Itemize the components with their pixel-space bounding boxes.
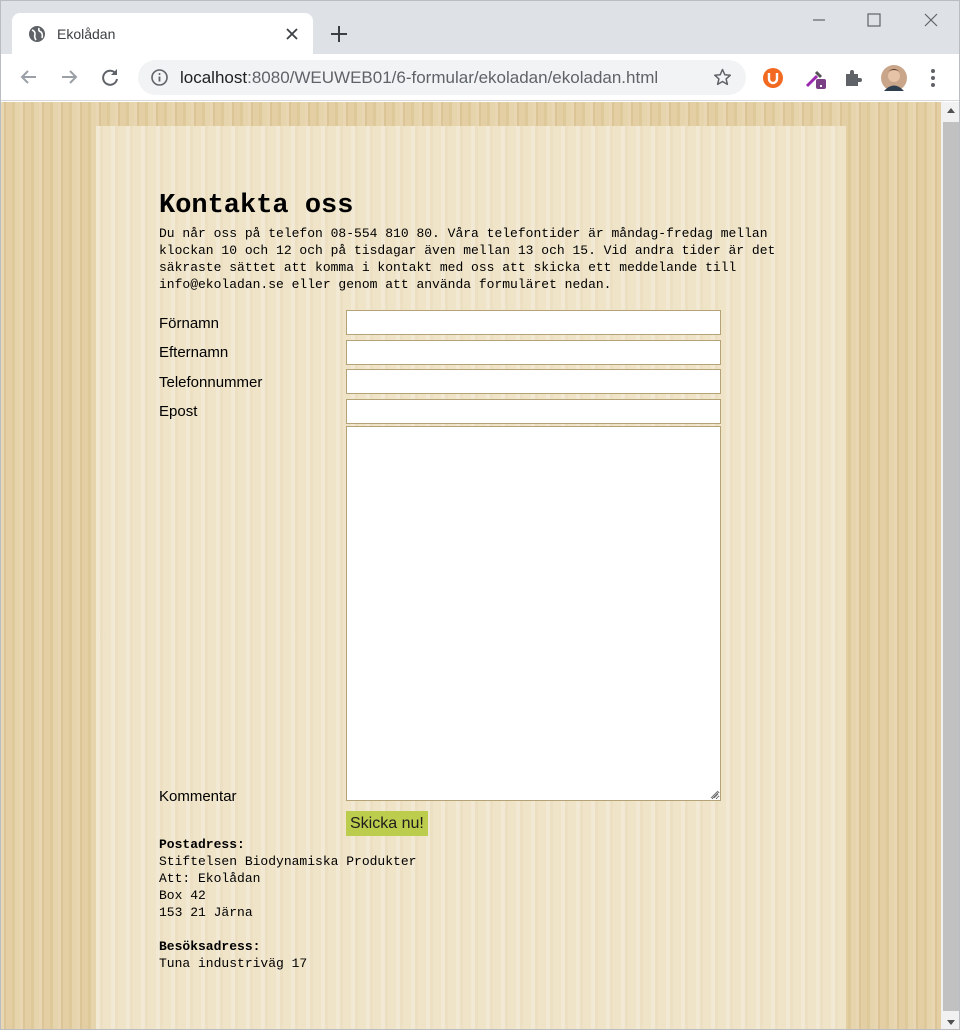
site-info-icon[interactable] — [150, 68, 169, 87]
extension-ublock-icon[interactable] — [761, 66, 785, 90]
page-scrollbar[interactable] — [941, 102, 960, 1030]
tab-title: Ekolådan — [57, 26, 116, 42]
postal-line-4: 153 21 Järna — [159, 905, 253, 920]
visit-heading: Besöksadress: — [159, 939, 261, 954]
maximize-icon[interactable] — [863, 9, 885, 31]
browser-window: Ekolådan localhost:8080/WEUWEB01/6-formu… — [0, 0, 960, 1030]
lastname-input[interactable] — [346, 340, 721, 365]
email-input[interactable] — [346, 399, 721, 424]
scrollbar-thumb[interactable] — [943, 122, 959, 1011]
postal-heading: Postadress: — [159, 837, 245, 852]
bookmark-star-icon[interactable] — [712, 67, 733, 88]
browser-menu-icon[interactable] — [922, 66, 944, 90]
new-tab-icon[interactable] — [328, 23, 350, 45]
intro-text: Du når oss på telefon 08-554 810 80. Vår… — [159, 226, 776, 292]
postal-line-3: Box 42 — [159, 888, 206, 903]
scroll-up-arrow-icon[interactable] — [941, 102, 960, 120]
extension-eyedropper-icon[interactable] — [803, 66, 827, 90]
visit-line-1: Tuna industriväg 17 — [159, 956, 308, 971]
postal-line-1: Stiftelsen Biodynamiska Produkter — [159, 854, 417, 869]
tab-ekoladan[interactable]: Ekolådan — [12, 13, 313, 54]
lastname-label: Efternamn — [159, 344, 229, 361]
phone-label: Telefonnummer — [159, 374, 263, 391]
close-window-icon[interactable] — [920, 9, 942, 31]
email-label: Epost — [159, 403, 198, 420]
scroll-down-arrow-icon[interactable] — [941, 1013, 960, 1030]
address-bar[interactable]: localhost:8080/WEUWEB01/6-formular/ekola… — [138, 60, 746, 95]
tab-strip: Ekolådan — [1, 1, 959, 54]
content-panel: Kontakta oss Du når oss på telefon 08-55… — [96, 126, 846, 1029]
firstname-input[interactable] — [346, 310, 721, 335]
phone-input[interactable] — [346, 369, 721, 394]
comment-textarea[interactable] — [346, 426, 721, 801]
extensions-puzzle-icon[interactable] — [841, 66, 865, 90]
forward-icon[interactable] — [56, 64, 82, 90]
close-tab-icon[interactable] — [282, 24, 302, 44]
submit-button[interactable]: Skicka nu! — [346, 811, 428, 836]
back-icon[interactable] — [16, 64, 42, 90]
minimize-icon[interactable] — [808, 9, 830, 31]
comment-label: Kommentar — [159, 788, 237, 805]
globe-icon — [29, 26, 45, 42]
postal-address: Postadress: Stiftelsen Biodynamiska Prod… — [159, 836, 416, 921]
page-viewport: Kontakta oss Du når oss på telefon 08-55… — [1, 102, 941, 1029]
browser-toolbar: localhost:8080/WEUWEB01/6-formular/ekola… — [1, 54, 959, 101]
postal-line-2: Att: Ekolådan — [159, 871, 261, 886]
url-text: localhost:8080/WEUWEB01/6-formular/ekola… — [180, 68, 659, 87]
firstname-label: Förnamn — [159, 315, 220, 332]
reload-icon[interactable] — [97, 64, 123, 90]
page-title: Kontakta oss — [159, 191, 354, 221]
profile-avatar[interactable] — [881, 65, 907, 91]
visit-address: Besöksadress: Tuna industriväg 17 — [159, 938, 307, 972]
